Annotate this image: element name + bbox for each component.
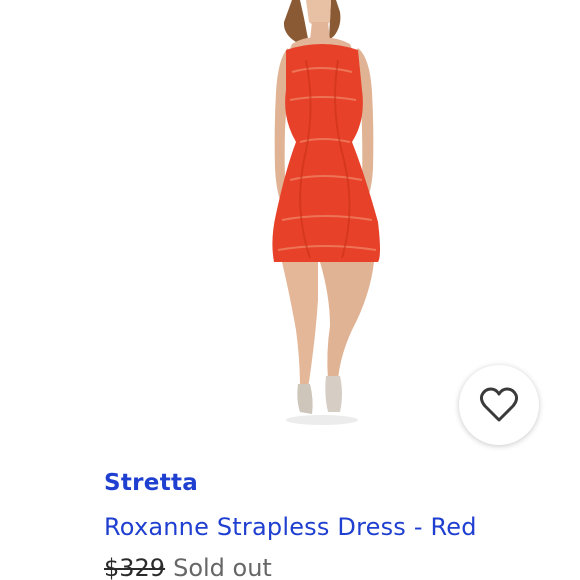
- sold-out-status: Sold out: [173, 554, 272, 580]
- price-row: $329 Sold out: [104, 554, 272, 580]
- product-title[interactable]: Roxanne Strapless Dress - Red: [104, 513, 477, 541]
- favorite-button[interactable]: [459, 365, 539, 445]
- product-card: Stretta Roxanne Strapless Dress - Red $3…: [0, 0, 580, 580]
- original-price: $329: [104, 554, 166, 580]
- heart-outline-icon: [479, 387, 519, 422]
- brand-name[interactable]: Stretta: [104, 470, 198, 496]
